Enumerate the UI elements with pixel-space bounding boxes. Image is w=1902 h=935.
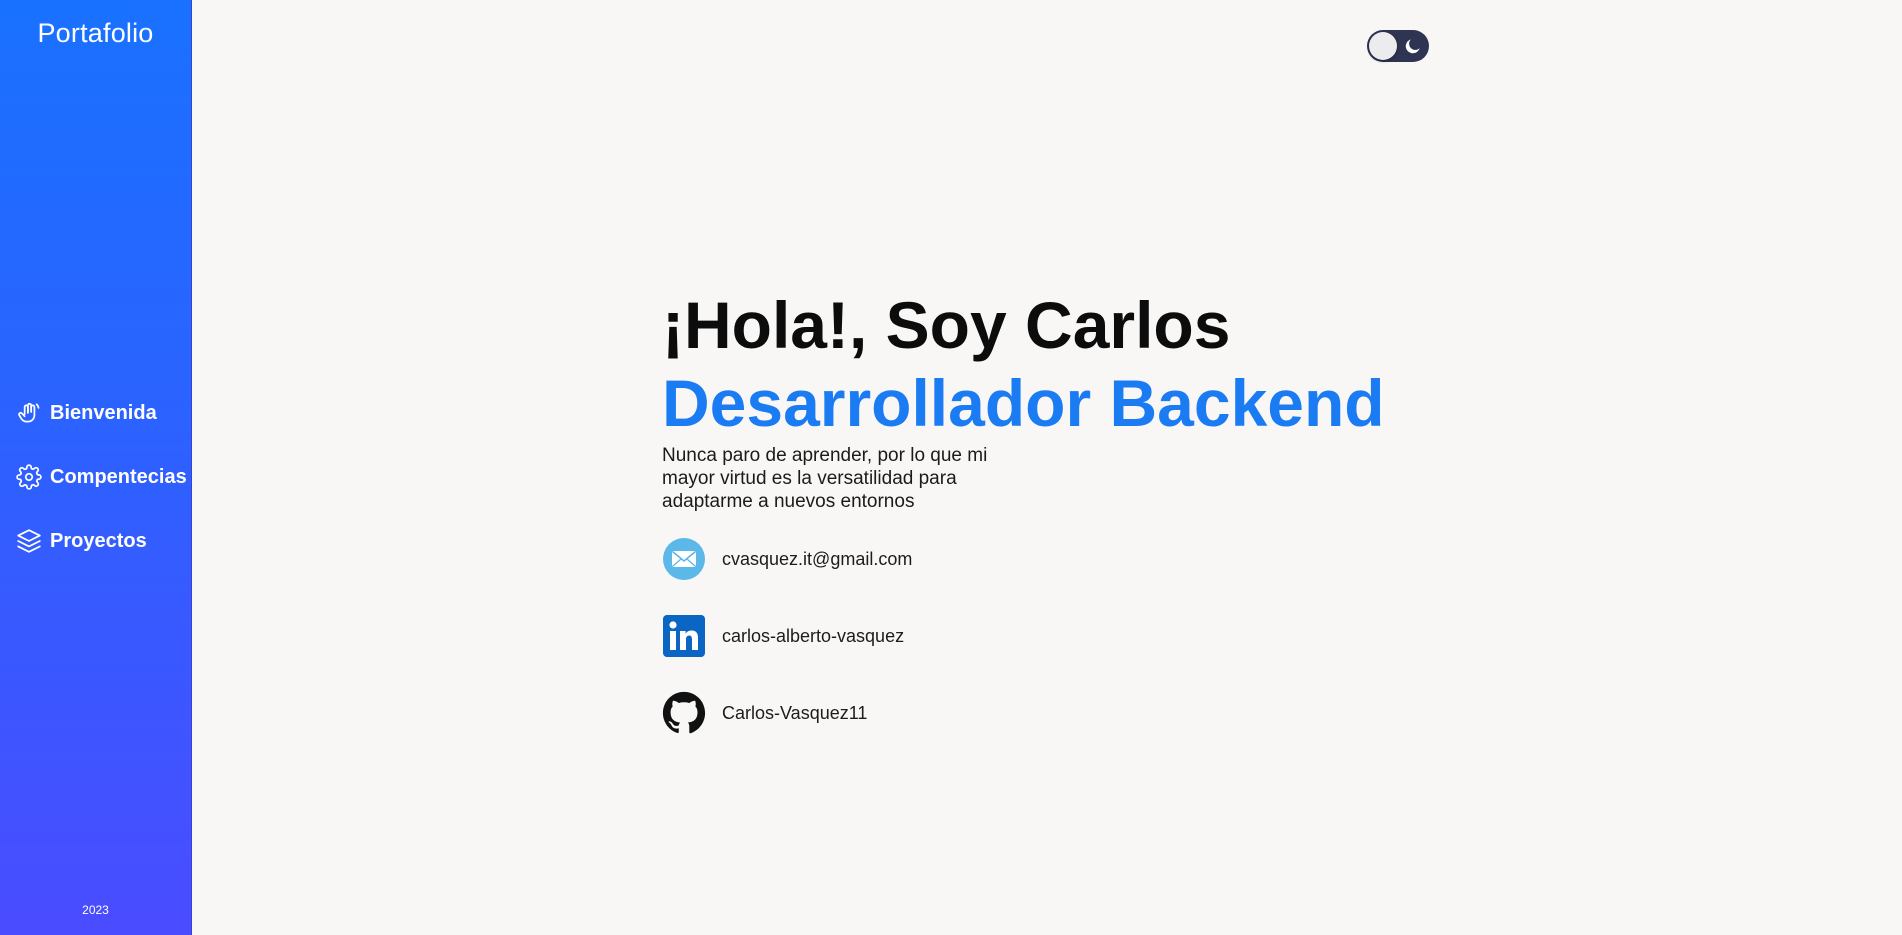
contact-github[interactable]: Carlos-Vasquez11 bbox=[662, 691, 1385, 735]
contact-linkedin[interactable]: carlos-alberto-vasquez bbox=[662, 614, 1385, 658]
sidebar-item-bienvenida[interactable]: Bienvenida bbox=[16, 396, 187, 430]
linkedin-icon bbox=[662, 614, 706, 658]
contact-email-text[interactable]: cvasquez.it@gmail.com bbox=[722, 549, 912, 570]
email-icon bbox=[662, 537, 706, 581]
hero-greeting: ¡Hola!, Soy Carlos bbox=[662, 288, 1231, 362]
theme-toggle[interactable] bbox=[1367, 30, 1429, 62]
contact-email[interactable]: cvasquez.it@gmail.com bbox=[662, 537, 1385, 581]
sidebar-nav: Bienvenida Compentecias Proyectos bbox=[16, 396, 187, 588]
contact-list: cvasquez.it@gmail.com carlos-alberto-vas… bbox=[662, 537, 1385, 735]
contact-github-text[interactable]: Carlos-Vasquez11 bbox=[722, 703, 867, 724]
wave-hand-icon bbox=[16, 400, 42, 426]
gear-icon bbox=[16, 464, 42, 490]
github-icon bbox=[662, 691, 706, 735]
hero-tagline: Nunca paro de aprender, por lo que mi ma… bbox=[662, 445, 988, 512]
sidebar-item-compentecias[interactable]: Compentecias bbox=[16, 460, 187, 494]
hero-section: ¡Hola!, Soy Carlos Desarrollador Backend… bbox=[662, 286, 1385, 768]
sidebar-item-label: Compentecias bbox=[50, 465, 187, 488]
moon-icon bbox=[1403, 36, 1423, 56]
sidebar-item-proyectos[interactable]: Proyectos bbox=[16, 524, 187, 558]
brand-title[interactable]: Portafolio bbox=[0, 18, 191, 49]
sidebar-item-label: Bienvenida bbox=[50, 401, 157, 424]
toggle-knob bbox=[1369, 32, 1397, 60]
hero-role: Desarrollador Backend bbox=[662, 366, 1385, 440]
footer-year: 2023 bbox=[82, 903, 109, 917]
sidebar-item-label: Proyectos bbox=[50, 529, 147, 552]
sidebar: Portafolio Bienvenida Compentecias Proye… bbox=[0, 0, 192, 935]
contact-linkedin-text[interactable]: carlos-alberto-vasquez bbox=[722, 626, 904, 647]
layers-icon bbox=[16, 528, 42, 554]
